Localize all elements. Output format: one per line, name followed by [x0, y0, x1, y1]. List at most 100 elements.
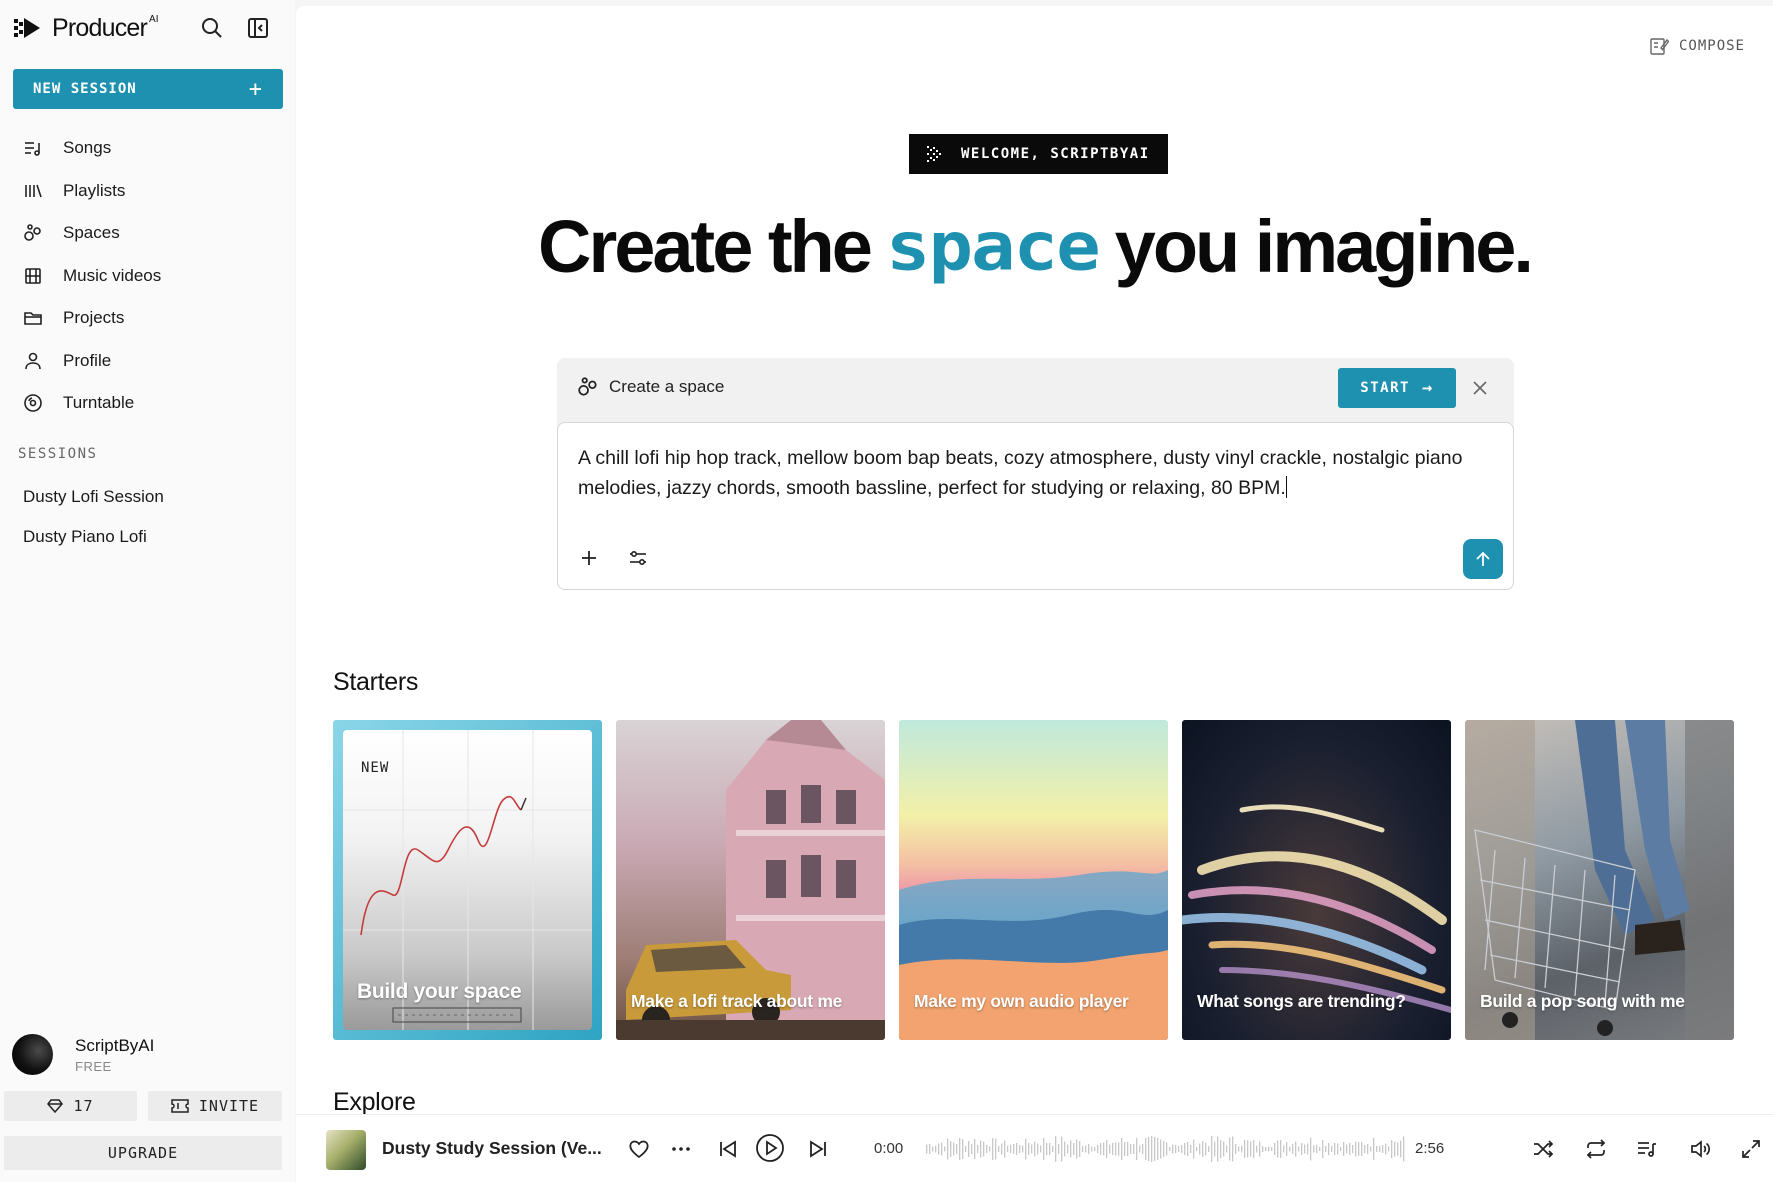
waveform-bar — [1220, 1140, 1222, 1158]
waveform-bar — [1370, 1146, 1372, 1152]
waveform-bar — [1385, 1143, 1387, 1155]
waveform-bar — [968, 1141, 970, 1157]
sidebar-item-playlists[interactable]: Playlists — [0, 170, 295, 213]
sidebar-item-songs[interactable]: Songs — [0, 127, 295, 170]
shuffle-icon[interactable] — [1531, 1137, 1555, 1161]
sidebar-item-spaces[interactable]: Spaces — [0, 212, 295, 255]
plus-icon: + — [248, 76, 263, 102]
waveform-bar — [1358, 1142, 1360, 1156]
waveform-bar — [1166, 1142, 1168, 1156]
waveform-bar — [1022, 1145, 1024, 1153]
prompt-text: A chill lofi hip hop track, mellow boom … — [578, 447, 1463, 499]
headline-after: you imagine. — [1114, 205, 1534, 288]
waveform-bar — [941, 1142, 943, 1156]
welcome-label: WELCOME, SCRIPTBYAI — [961, 146, 1150, 162]
waveform-bar — [950, 1141, 952, 1157]
more-options-icon[interactable] — [669, 1137, 693, 1161]
sidebar-item-profile[interactable]: Profile — [0, 340, 295, 383]
waveform-bar — [1316, 1145, 1318, 1153]
repeat-icon[interactable] — [1584, 1137, 1608, 1161]
waveform-bar — [1319, 1147, 1321, 1151]
headline-before: Create the — [538, 205, 873, 288]
track-thumbnail[interactable] — [326, 1130, 366, 1170]
prompt-box[interactable]: A chill lofi hip hop track, mellow boom … — [557, 422, 1514, 590]
waveform-bar — [1283, 1145, 1285, 1153]
waveform-bar — [1055, 1136, 1057, 1162]
starter-label: Build a pop song with me — [1480, 991, 1685, 1011]
waveform-bar — [974, 1139, 976, 1159]
track-title[interactable]: Dusty Study Session (Ve... — [382, 1138, 602, 1159]
new-badge: NEW — [361, 760, 390, 776]
starter-card-build-space[interactable]: NEW Build your space — [333, 720, 602, 1040]
user-plan: FREE — [75, 1058, 112, 1074]
prompt-input[interactable]: A chill lofi hip hop track, mellow boom … — [578, 443, 1488, 503]
sidebar-item-music-videos[interactable]: Music videos — [0, 255, 295, 298]
queue-icon[interactable] — [1635, 1137, 1659, 1161]
waveform-bar — [1313, 1145, 1315, 1153]
starter-card-pop-song[interactable]: Build a pop song with me — [1465, 720, 1734, 1040]
invite-button[interactable]: INVITE — [148, 1091, 282, 1121]
starters-row: NEW Build your space Make a lofi track a… — [333, 720, 1734, 1040]
waveform-bar — [1193, 1139, 1195, 1159]
waveform-bar — [1097, 1145, 1099, 1153]
waveform-bar — [1202, 1141, 1204, 1157]
waveform-bar — [1199, 1143, 1201, 1155]
close-icon[interactable] — [1470, 378, 1490, 398]
starter-card-trending[interactable]: What songs are trending? — [1182, 720, 1451, 1040]
waveform-bar — [1238, 1146, 1240, 1152]
sidebar-item-label: Turntable — [63, 393, 135, 413]
waveform-bar — [1163, 1141, 1165, 1157]
waveform-bar — [929, 1144, 931, 1154]
sidebar-item-turntable[interactable]: Turntable — [0, 382, 295, 425]
user-profile[interactable]: ScriptByAI FREE — [12, 1034, 154, 1075]
collapse-sidebar-icon[interactable] — [246, 16, 270, 40]
volume-icon[interactable] — [1688, 1137, 1712, 1161]
waveform-bar — [1250, 1141, 1252, 1157]
waveform-bar — [1064, 1141, 1066, 1157]
expand-icon[interactable] — [1739, 1137, 1763, 1161]
waveform-bar — [1184, 1143, 1186, 1155]
waveform-bar — [1334, 1143, 1336, 1155]
waveform-bar — [1331, 1146, 1333, 1152]
skip-previous-icon[interactable] — [716, 1137, 740, 1161]
starter-card-lofi-track[interactable]: Make a lofi track about me — [616, 720, 885, 1040]
compose-button[interactable]: COMPOSE — [1649, 36, 1745, 56]
play-icon[interactable] — [755, 1133, 785, 1163]
brand-logo[interactable]: Producer AI — [14, 12, 159, 44]
waveform-bar — [1304, 1144, 1306, 1154]
waveform-bar — [1346, 1144, 1348, 1154]
waveform-bar — [992, 1138, 994, 1160]
welcome-badge: WELCOME, SCRIPTBYAI — [909, 134, 1168, 174]
send-button[interactable] — [1463, 539, 1503, 579]
waveform-bar — [1349, 1143, 1351, 1155]
upgrade-button[interactable]: UPGRADE — [4, 1136, 282, 1170]
skip-next-icon[interactable] — [806, 1137, 830, 1161]
waveform-bar — [1214, 1141, 1216, 1157]
starter-label: Make my own audio player — [914, 991, 1129, 1011]
settings-sliders-icon[interactable] — [627, 547, 649, 569]
spaces-icon — [578, 377, 597, 396]
waveform-bar — [1019, 1145, 1021, 1153]
starter-card-audio-player[interactable]: Make my own audio player — [899, 720, 1168, 1040]
compose-icon — [1650, 38, 1669, 55]
session-item[interactable]: Dusty Piano Lofi — [23, 527, 147, 547]
start-button[interactable]: START → — [1338, 368, 1456, 408]
waveform-bar — [1352, 1145, 1354, 1153]
search-icon[interactable] — [200, 16, 224, 40]
waveform-bar — [1229, 1137, 1231, 1161]
waveform-bar — [1106, 1140, 1108, 1158]
plus-icon[interactable] — [578, 547, 600, 569]
waveform-bar — [1322, 1140, 1324, 1158]
film-icon — [25, 267, 41, 284]
waveform-bar — [1058, 1144, 1060, 1154]
new-session-button[interactable]: NEW SESSION + — [13, 69, 283, 109]
credits-button[interactable]: 17 — [4, 1091, 137, 1121]
waveform-bar — [995, 1138, 997, 1160]
heart-icon[interactable] — [627, 1137, 651, 1161]
waveform-scrubber[interactable] — [926, 1133, 1406, 1165]
waveform-bar — [1364, 1145, 1366, 1153]
sidebar-item-projects[interactable]: Projects — [0, 297, 295, 340]
waveform-bar — [1127, 1142, 1129, 1156]
waveform-bar — [1196, 1147, 1198, 1151]
session-item[interactable]: Dusty Lofi Session — [23, 487, 164, 507]
